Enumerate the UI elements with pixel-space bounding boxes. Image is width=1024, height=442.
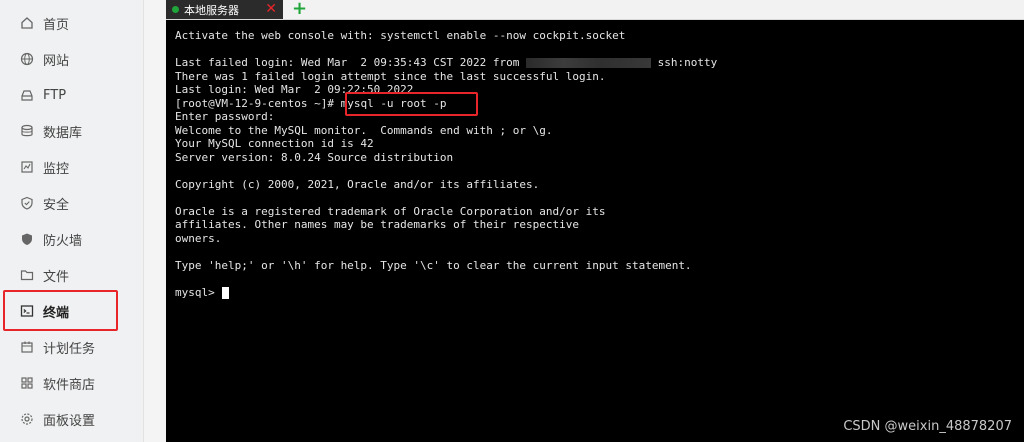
sidebar-item-monitor[interactable]: 监控	[0, 149, 143, 185]
sidebar-item-firewall[interactable]: 防火墙	[0, 221, 143, 257]
folder-icon	[20, 268, 34, 282]
sidebar-item-label: 软件商店	[43, 377, 96, 393]
terminal-line: Welcome to the MySQL monitor. Commands e…	[175, 123, 553, 137]
status-dot-icon	[172, 6, 179, 13]
sidebar-item-ftp[interactable]: FTP	[0, 77, 143, 113]
terminal-icon	[20, 304, 34, 318]
gear-icon	[20, 412, 34, 426]
calendar-icon	[20, 340, 34, 354]
terminal-line: There was 1 failed login attempt since t…	[175, 69, 606, 83]
shell-prompt: [root@VM-12-9-centos ~]#	[175, 96, 341, 110]
sidebar-item-terminal[interactable]: 终端	[0, 293, 143, 329]
terminal-line: Last login: Wed Mar 2 09:22:50 2022	[175, 83, 414, 96]
firewall-icon	[20, 232, 34, 246]
sidebar-item-label: 文件	[43, 269, 70, 285]
add-tab-icon[interactable]: +	[292, 0, 307, 19]
tab-label: 本地服务器	[184, 3, 239, 17]
tab-local-server[interactable]: 本地服务器 ✕	[166, 0, 283, 19]
monitor-icon	[20, 160, 34, 174]
sidebar: 首页 网站 FTP 数据库 监控 安全 防火墙 文件 终端 计划任务 软件商店 …	[0, 0, 144, 442]
ftp-icon	[20, 88, 34, 102]
terminal-line: Copyright (c) 2000, 2021, Oracle and/or …	[175, 177, 540, 191]
terminal-window[interactable]: Activate the web console with: systemctl…	[166, 20, 1024, 442]
terminal-line: Activate the web console with: systemctl…	[175, 29, 626, 42]
sidebar-item-files[interactable]: 文件	[0, 257, 143, 293]
close-icon[interactable]: ✕	[265, 1, 277, 17]
terminal-output: Activate the web console with: systemctl…	[175, 29, 717, 299]
cursor[interactable]	[222, 286, 230, 299]
sidebar-item-label: 网站	[43, 53, 70, 69]
sidebar-item-label: 监控	[43, 161, 70, 177]
terminal-text: ssh:notty	[651, 56, 718, 69]
terminal-line: affiliates. Other names may be trademark…	[175, 218, 579, 231]
terminal-line: Type 'help;' or '\h' for help. Type '\c'…	[175, 258, 692, 272]
sidebar-item-label: 首页	[43, 17, 70, 33]
sidebar-item-app-store[interactable]: 软件商店	[0, 365, 143, 401]
sidebar-item-label: 计划任务	[43, 341, 96, 357]
sidebar-item-security[interactable]: 安全	[0, 185, 143, 221]
sidebar-item-website[interactable]: 网站	[0, 41, 143, 77]
terminal-text: Last failed login: Wed Mar 2 09:35:43 CS…	[175, 56, 526, 69]
sidebar-item-label: FTP	[43, 87, 67, 103]
database-icon	[20, 124, 34, 138]
terminal-line: Oracle is a registered trademark of Orac…	[175, 204, 606, 218]
terminal-line: [root@VM-12-9-centos ~]# mysql -u root -…	[175, 97, 717, 111]
sidebar-item-label: 终端	[43, 305, 70, 321]
terminal-line: Last failed login: Wed Mar 2 09:35:43 CS…	[175, 56, 717, 70]
sidebar-item-label: 安全	[43, 197, 70, 213]
terminal-line: owners.	[175, 231, 222, 245]
terminal-line: Server version: 8.0.24 Source distributi…	[175, 150, 454, 164]
terminal-line: Your MySQL connection id is 42	[175, 137, 374, 150]
sidebar-item-label: 面板设置	[43, 413, 96, 429]
redacted-ip	[526, 58, 651, 68]
shield-icon	[20, 196, 34, 210]
sidebar-item-label: 数据库	[43, 125, 83, 141]
sidebar-item-label: 防火墙	[43, 233, 83, 249]
apps-icon	[20, 376, 34, 390]
mysql-prompt: mysql>	[175, 285, 222, 299]
terminal-line: Enter password:	[175, 110, 275, 123]
tab-bar: 本地服务器 ✕ +	[166, 0, 1024, 20]
sidebar-item-settings[interactable]: 面板设置	[0, 401, 143, 437]
sidebar-item-database[interactable]: 数据库	[0, 113, 143, 149]
watermark: CSDN @weixin_48878207	[843, 419, 1012, 434]
sidebar-item-cron[interactable]: 计划任务	[0, 329, 143, 365]
sidebar-item-home[interactable]: 首页	[0, 5, 143, 41]
terminal-line[interactable]: mysql>	[175, 286, 717, 300]
typed-command: mysql -u root -p	[340, 96, 447, 110]
globe-icon	[20, 52, 34, 66]
home-icon	[20, 16, 34, 30]
